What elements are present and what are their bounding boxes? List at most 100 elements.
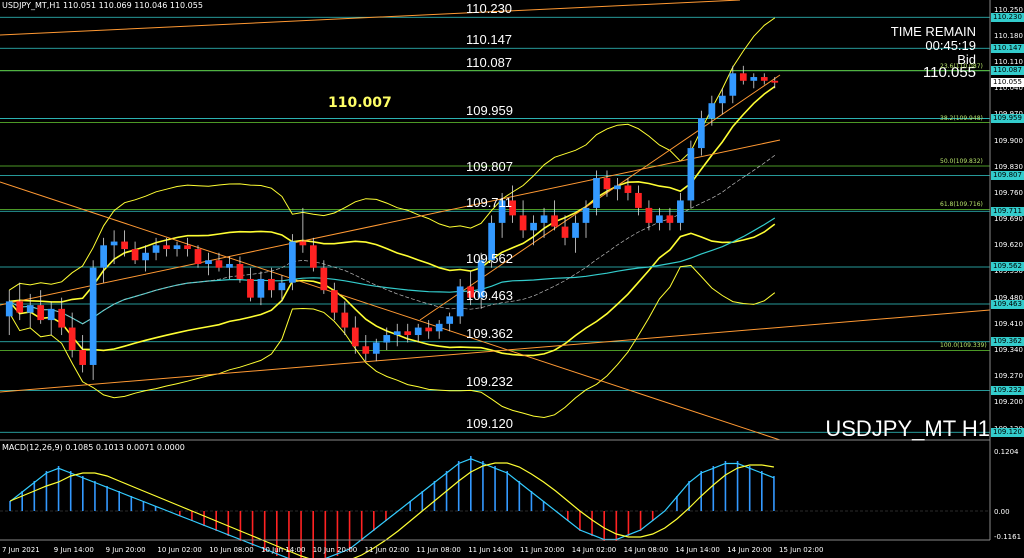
price-axis-tick: 109.340 — [994, 346, 1023, 354]
price-tag: 109.362 — [991, 337, 1024, 347]
candle-body — [205, 260, 212, 264]
candle-body — [519, 215, 527, 231]
candle-body — [194, 249, 202, 264]
candle-body — [383, 335, 391, 343]
candle-body — [425, 327, 433, 332]
level-label: 110.230 — [466, 1, 513, 17]
candle-body — [530, 222, 537, 231]
time-axis-tick: 9 Jun 20:00 — [105, 546, 146, 554]
candle-body — [750, 77, 758, 81]
candle-body — [100, 245, 107, 268]
time-axis-tick: 11 Jun 14:00 — [468, 546, 513, 554]
candle-body — [593, 178, 600, 208]
time-axis-tick: 11 Jun 20:00 — [520, 546, 565, 554]
candle-body — [184, 245, 191, 250]
candle-body — [446, 316, 454, 324]
macd-axis-tick: 0.00 — [994, 508, 1010, 516]
macd-axis-tick: 0.1204 — [994, 448, 1019, 456]
candle-body — [268, 278, 275, 291]
price-tag: 109.232 — [991, 385, 1024, 395]
candle-body — [142, 252, 149, 261]
candle-body — [5, 301, 13, 317]
level-label: 110.087 — [466, 54, 513, 70]
level-label: 109.807 — [466, 159, 513, 175]
time-axis-tick: 7 Jun 2021 — [2, 546, 40, 554]
candle-body — [603, 178, 611, 190]
candle-body — [739, 73, 747, 81]
time-axis-tick: 10 Jun 02:00 — [157, 546, 202, 554]
candle-body — [582, 207, 590, 223]
candle-body — [687, 148, 695, 201]
time-axis-tick: 14 Jun 08:00 — [623, 546, 669, 554]
candle-body — [729, 73, 737, 96]
candle-body — [226, 264, 233, 268]
level-label: 109.120 — [466, 416, 513, 432]
candle-body — [677, 200, 684, 223]
fib-label: 23.6(110.087) — [940, 62, 983, 70]
candle-body — [718, 95, 726, 104]
candle-body — [635, 192, 642, 208]
price-axis-tick: 109.690 — [994, 215, 1023, 224]
candle-body — [247, 278, 254, 298]
price-chart[interactable] — [0, 0, 1024, 558]
candle-body — [656, 215, 663, 223]
candle-body — [320, 267, 328, 291]
candle-body — [414, 327, 422, 336]
candle-body — [16, 301, 24, 313]
bold-level-label: 110.007 — [328, 95, 392, 111]
candle-body — [79, 350, 87, 365]
fib-label: 38.2(109.948) — [940, 114, 983, 122]
price-tag: 109.463 — [991, 299, 1024, 309]
price-axis-tick: 109.830 — [994, 162, 1023, 171]
price-axis-tick: 109.900 — [994, 136, 1023, 145]
candle-body — [435, 323, 443, 332]
time-axis-tick: 11 Jun 02:00 — [364, 546, 410, 554]
price-tag: 110.055 — [991, 78, 1024, 88]
candle-body — [173, 245, 181, 250]
candle-body — [404, 331, 412, 336]
candle-body — [614, 185, 621, 190]
price-axis-tick: 109.760 — [994, 188, 1023, 197]
candle-body — [215, 260, 223, 268]
time-axis-tick: 10 Jun 20:00 — [312, 546, 358, 554]
candle-body — [708, 103, 716, 119]
price-axis-tick: 109.270 — [994, 372, 1023, 381]
candle-body — [236, 264, 244, 279]
candle-body — [341, 312, 349, 328]
price-tag: 110.147 — [991, 43, 1024, 53]
candle-body — [456, 286, 464, 317]
candle-body — [330, 290, 338, 313]
price-tag: 109.959 — [991, 114, 1024, 124]
candle-body — [572, 222, 579, 238]
candle-body — [299, 241, 307, 246]
time-remain-label: TIME REMAIN — [890, 24, 976, 39]
level-label: 109.959 — [466, 102, 513, 118]
level-label: 109.463 — [466, 288, 513, 303]
macd-axis-tick: -0.1161 — [994, 533, 1022, 541]
price-tag: 110.230 — [991, 12, 1024, 22]
candle-body — [645, 207, 653, 223]
candle-body — [351, 327, 359, 347]
price-tag: 109.711 — [991, 206, 1024, 216]
time-axis-tick: 14 Jun 02:00 — [571, 546, 617, 554]
level-label: 109.711 — [466, 195, 513, 211]
candle-body — [257, 278, 265, 298]
level-label: 109.362 — [466, 325, 513, 341]
time-axis-tick: 11 Jun 08:00 — [416, 546, 461, 554]
price-tag: 109.562 — [991, 262, 1024, 272]
time-axis-tick: 15 Jun 02:00 — [779, 546, 824, 554]
candle-body — [121, 241, 128, 250]
candle-body — [278, 282, 286, 291]
candle-body — [68, 327, 76, 350]
time-axis-tick: 14 Jun 14:00 — [675, 546, 720, 554]
price-tag: 109.807 — [991, 170, 1024, 180]
level-label: 109.562 — [466, 250, 513, 266]
candle-body — [47, 308, 55, 321]
time-remain-value: 00:45:19 — [925, 38, 976, 53]
candle-body — [760, 77, 768, 81]
candle-body — [163, 245, 170, 250]
symbol-header: USDJPY_MT,H1 110.051 110.069 110.046 110… — [2, 1, 203, 10]
candle-body — [58, 308, 66, 328]
candle-body — [110, 241, 118, 246]
price-axis-tick: 109.200 — [994, 398, 1023, 407]
